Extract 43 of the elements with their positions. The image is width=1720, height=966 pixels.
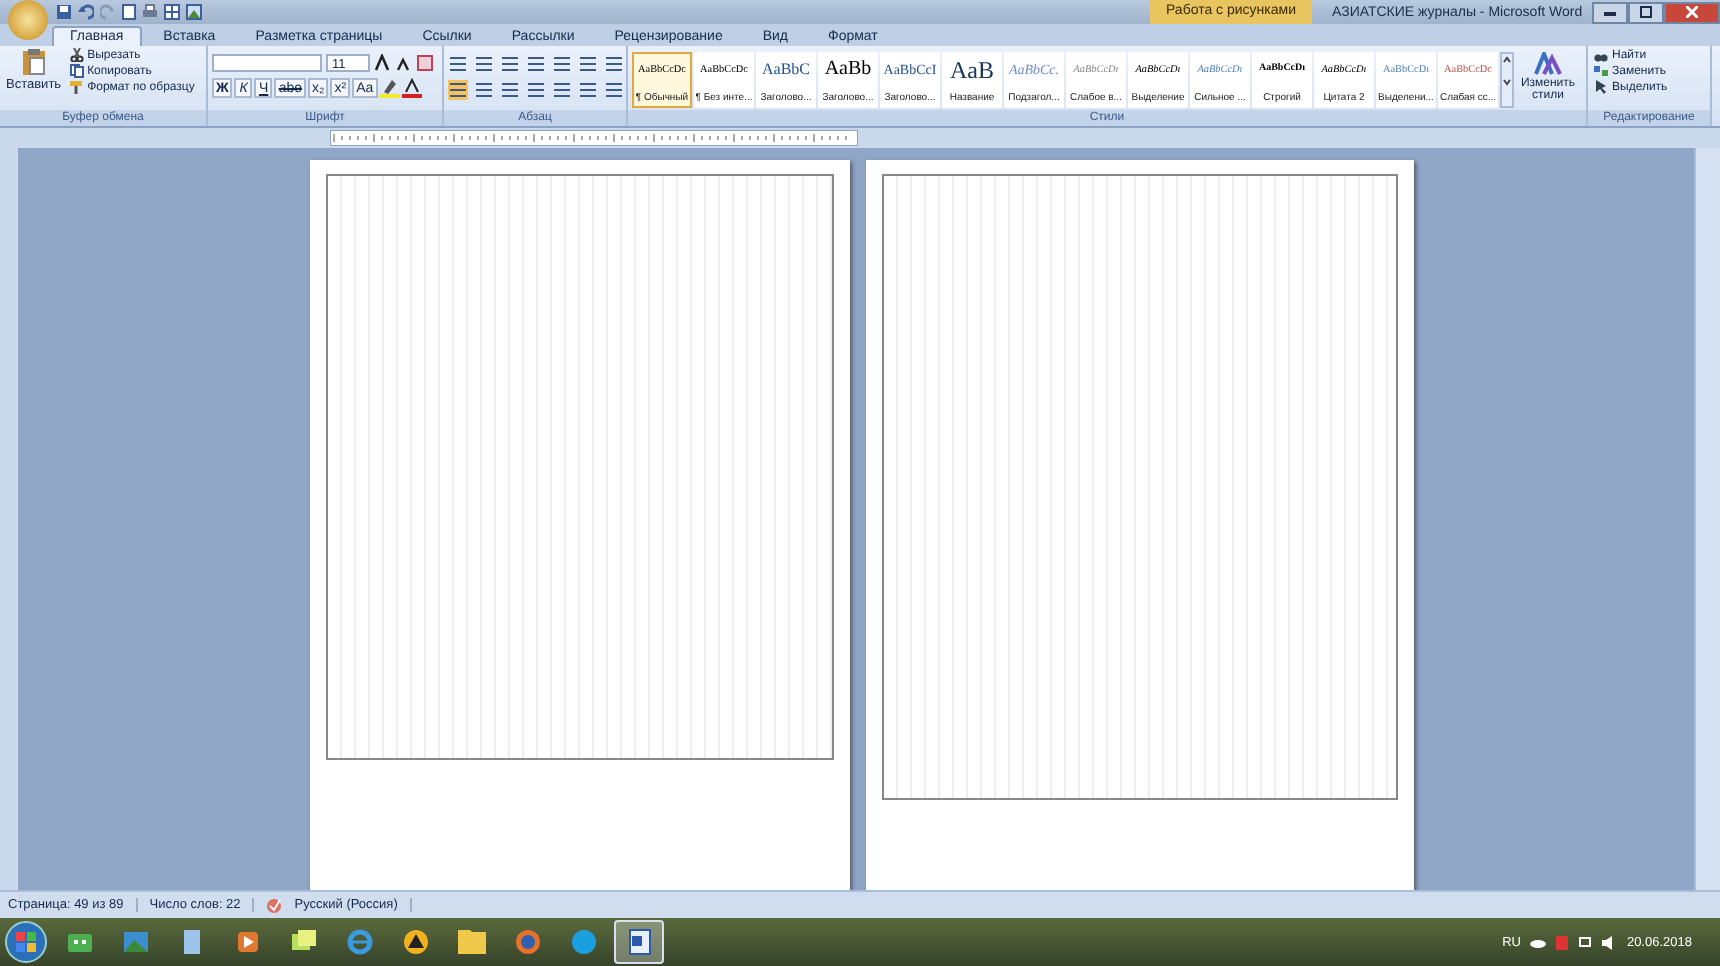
clipboard-icon <box>21 48 46 76</box>
globe-icon <box>345 928 373 956</box>
document-icon <box>625 928 653 956</box>
spellcheck-icon[interactable] <box>266 897 283 913</box>
taskbar-button[interactable] <box>614 920 664 964</box>
speaker-icon[interactable] <box>1602 935 1617 949</box>
window-icon <box>65 928 93 956</box>
minimize-icon <box>1604 9 1616 15</box>
cursor-icon <box>1594 80 1608 94</box>
scissors-icon <box>69 48 84 62</box>
close-button[interactable] <box>1664 1 1720 23</box>
save-icon[interactable] <box>56 4 72 20</box>
notes-icon <box>289 928 317 956</box>
font-color-icon[interactable] <box>401 78 422 98</box>
start-button[interactable] <box>4 920 48 964</box>
circle-icon <box>569 928 597 956</box>
gallery-scroll-icon[interactable] <box>1500 52 1514 108</box>
highlight-icon[interactable] <box>379 78 400 98</box>
minimize-button[interactable] <box>1592 1 1628 23</box>
cloud-icon[interactable] <box>1530 936 1547 948</box>
folder-icon <box>457 928 485 956</box>
grow-font-icon[interactable] <box>374 54 392 72</box>
shrink-font-icon[interactable] <box>396 54 412 72</box>
maximize-icon <box>1640 6 1652 18</box>
play-icon <box>233 928 261 956</box>
maximize-button[interactable] <box>1628 1 1664 23</box>
vertical-scrollbar[interactable] <box>1694 148 1720 890</box>
clear-format-icon[interactable] <box>416 54 434 72</box>
table-icon[interactable] <box>164 4 180 20</box>
binoculars-icon <box>1594 48 1608 62</box>
font-name-field[interactable] <box>212 54 322 72</box>
brush-icon <box>69 80 84 94</box>
replace-icon <box>1594 64 1608 78</box>
align-left-icon[interactable] <box>448 80 468 100</box>
copy-icon <box>69 64 84 78</box>
network-icon[interactable] <box>1578 935 1593 949</box>
print-icon[interactable] <box>142 4 158 20</box>
picture-icon <box>121 928 149 956</box>
undo-icon[interactable] <box>78 4 94 20</box>
close-icon <box>1686 6 1698 18</box>
picture-icon[interactable] <box>186 4 202 20</box>
change-styles-icon <box>1534 52 1562 76</box>
document-icon[interactable] <box>122 4 136 20</box>
